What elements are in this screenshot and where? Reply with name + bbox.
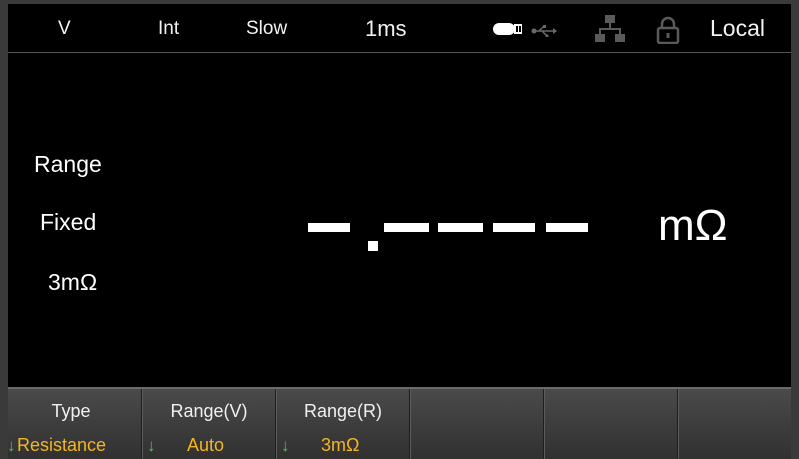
- reading-digit-dash: [493, 223, 535, 232]
- softkey-range-v[interactable]: Range(V) ↓ Auto: [142, 389, 276, 459]
- arrow-down-icon: ↓: [7, 436, 16, 455]
- softkey-value: Resistance: [17, 435, 107, 455]
- softkey-label: Type: [51, 401, 91, 421]
- softkey-bar: Type ↓ Resistance Range(V) ↓ Auto Range(…: [0, 387, 799, 459]
- reading-decimal-point: [368, 241, 378, 251]
- trigger-indicator: Int: [158, 18, 180, 39]
- function-indicator: V: [58, 18, 71, 39]
- arrow-down-icon: ↓: [147, 436, 156, 455]
- range-mode: Fixed: [40, 209, 97, 235]
- softkey-5[interactable]: [544, 389, 678, 459]
- primary-reading: [308, 223, 593, 273]
- reading-digit-dash: [384, 223, 429, 232]
- reading-unit: mΩ: [658, 201, 728, 250]
- aperture-indicator: 1ms: [365, 16, 407, 41]
- measurement-display: Range Fixed 3mΩ mΩ: [8, 53, 791, 387]
- range-value: 3mΩ: [48, 269, 98, 295]
- status-bar: V Int Slow 1ms Local: [8, 4, 791, 53]
- arrow-down-icon: ↓: [281, 436, 290, 455]
- range-title: Range: [34, 151, 102, 177]
- softkey-range-r[interactable]: Range(R) ↓ 3mΩ: [276, 389, 410, 459]
- lock-icon: [656, 16, 680, 49]
- softkey-value: 3mΩ: [321, 435, 360, 455]
- reading-digit-dash: [546, 223, 588, 232]
- softkey-label: Range(V): [170, 401, 248, 421]
- speed-indicator: Slow: [246, 18, 288, 39]
- usb-disk-icon: [493, 22, 523, 41]
- instrument-screen: V Int Slow 1ms Local Range Fixed 3mΩ mΩ …: [0, 0, 799, 459]
- reading-digit-dash: [438, 223, 483, 232]
- softkey-label: Range(R): [303, 401, 383, 421]
- remote-local-indicator: Local: [710, 15, 765, 41]
- softkey-value: Auto: [187, 435, 225, 455]
- softkey-6[interactable]: [678, 389, 799, 459]
- softkey-type[interactable]: Type ↓ Resistance: [0, 389, 142, 459]
- softkey-4[interactable]: [410, 389, 544, 459]
- lan-icon: [595, 14, 625, 49]
- usb-icon: [531, 24, 557, 42]
- reading-digit-dash: [308, 223, 350, 232]
